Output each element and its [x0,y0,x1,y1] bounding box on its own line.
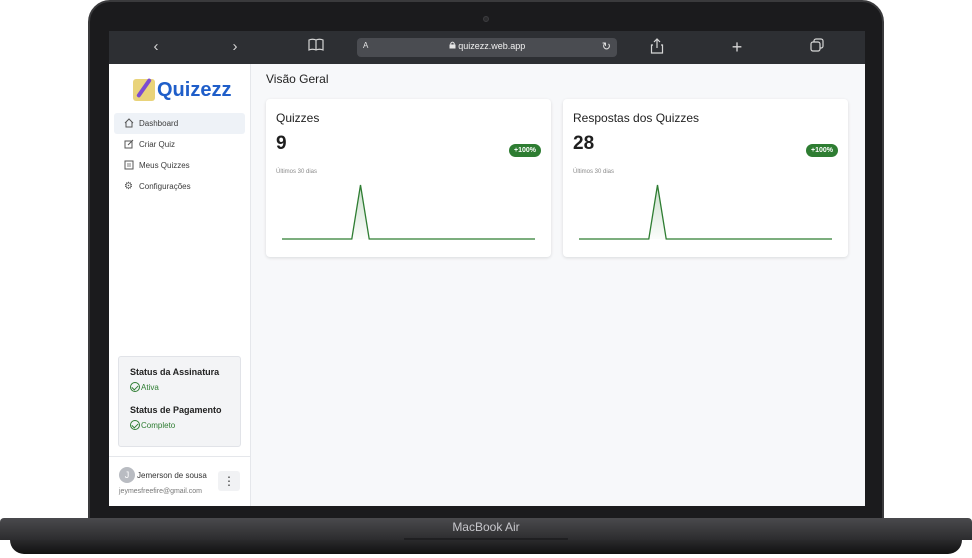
avatar[interactable]: J [119,467,135,483]
user-name: Jemerson de sousa [137,471,207,480]
browser-toolbar: ‹ › A quizezz.web.app ↻ + [109,31,865,64]
sidebar-item-label: Meus Quizzes [139,161,190,170]
user-email: jeymesfreefire@gmail.com [119,488,202,495]
card-title: Respostas dos Quizzes [573,111,700,125]
sidebar-item-meus-quizzes[interactable]: Meus Quizzes [114,155,245,176]
sparkline-line [579,184,832,240]
tabs-icon[interactable] [808,38,826,56]
more-options-button[interactable]: ⋮ [218,471,240,491]
reload-icon[interactable]: ↻ [602,40,611,53]
plus-icon[interactable]: + [728,38,746,56]
sidebar-item-label: Configurações [139,182,191,191]
stat-card-quizzes: Quizzes 9 +100% Últimos 30 dias [266,99,551,257]
lock-icon [449,41,459,51]
sidebar-item-label: Dashboard [139,119,179,128]
screen: ‹ › A quizezz.web.app ↻ + Quizezz Dashbo… [109,31,865,506]
card-subtitle: Últimos 30 dias [276,169,318,175]
stat-card-respostas: Respostas dos Quizzes 28 +100% Últimos 3… [563,99,848,257]
card-value: 9 [276,133,287,154]
sidebar-nav: Dashboard Criar Quiz Meus Quizzes ⚙ Conf… [114,113,245,197]
camera-icon [483,16,489,22]
address-bar[interactable]: A quizezz.web.app ↻ [357,38,617,57]
page-title: Visão Geral [266,72,329,86]
sparkline-chart [579,184,832,240]
payment-status-title: Status de Pagamento [130,405,222,415]
sidebar-item-configuracoes[interactable]: ⚙ Configurações [114,176,245,197]
edit-icon [123,139,134,150]
sparkline-line [282,184,535,240]
chevron-right-icon[interactable]: › [226,38,244,56]
book-icon[interactable] [307,38,325,56]
trend-badge: +100% [806,144,838,157]
main-content: Visão Geral Quizzes 9 +100% Últimos 30 d… [251,64,865,506]
pencil-notepad-icon [133,79,155,101]
list-icon [123,160,134,171]
subscription-status-title: Status da Assinatura [130,367,220,377]
share-icon[interactable] [648,38,666,56]
card-subtitle: Últimos 30 dias [573,169,615,175]
subscription-status-card: Status da Assinatura Ativa Status de Pag… [118,356,241,447]
sidebar-item-criar-quiz[interactable]: Criar Quiz [114,134,245,155]
payment-status-value: Completo [130,420,229,430]
user-panel: J Jemerson de sousa jeymesfreefire@gmail… [109,456,251,506]
logo[interactable]: Quizezz [133,76,231,104]
sparkline-area [282,185,535,239]
gear-icon: ⚙ [124,181,133,192]
home-icon [123,118,134,129]
card-value: 28 [573,133,595,154]
device-model-label: MacBook Air [452,520,520,534]
chevron-left-icon[interactable]: ‹ [147,38,165,56]
sparkline-area [579,185,832,239]
logo-text: Quizezz [157,78,232,101]
sidebar-item-label: Criar Quiz [139,140,176,149]
sidebar: Quizezz Dashboard Criar Quiz Meus Quizze… [109,64,251,506]
check-circle-icon [130,420,140,430]
sparkline-chart [282,184,535,240]
sidebar-item-dashboard[interactable]: Dashboard [114,113,245,134]
trend-badge: +100% [509,144,541,157]
card-title: Quizzes [276,111,320,125]
check-circle-icon [130,382,140,392]
subscription-status-value: Ativa [130,382,229,392]
url-text: quizezz.web.app [458,41,526,51]
